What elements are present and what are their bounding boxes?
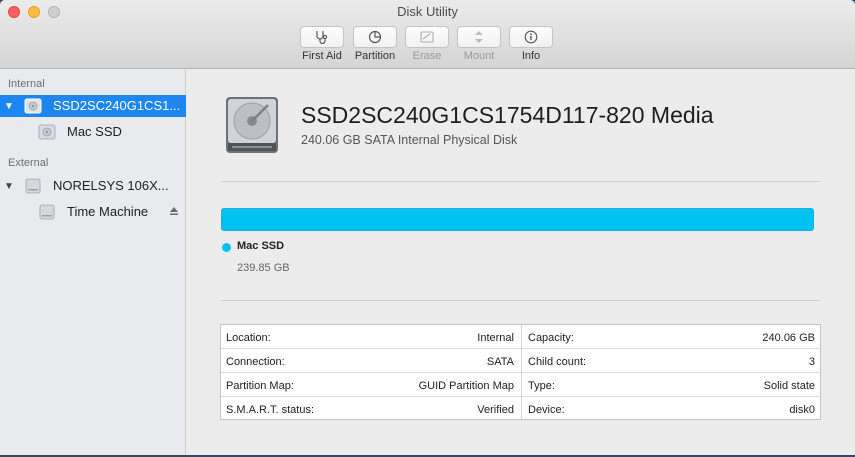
info-row: Type: Solid state: [522, 373, 822, 397]
first-aid-button[interactable]: First Aid: [300, 26, 344, 62]
mount-button[interactable]: Mount: [457, 26, 501, 62]
disclosure-triangle-icon[interactable]: ▼: [4, 101, 14, 112]
info-row: Location: Internal: [221, 325, 521, 349]
sidebar-item-label: Mac SSD: [67, 124, 122, 139]
info-row: Partition Map: GUID Partition Map: [221, 373, 521, 397]
internal-disk-icon: [24, 98, 42, 114]
partition-name: Mac SSD: [237, 240, 285, 252]
disk-utility-window: Disk Utility First Aid Partition Erase M…: [0, 0, 855, 455]
external-disk-icon: [25, 178, 41, 194]
info-row: Device: disk0: [528, 404, 815, 416]
sidebar-item-label: Time Machine: [67, 204, 149, 219]
external-section-header: External: [8, 157, 49, 169]
detail-pane: SSD2SC240G1CS1754D117-820 Media 240.06 G…: [187, 69, 855, 455]
partition-button[interactable]: Partition: [353, 26, 397, 62]
volume-icon: [38, 124, 56, 140]
sidebar: Internal ▼ SSD2SC240G1CS1... Mac SSD Ext…: [0, 69, 186, 455]
sidebar-item-external-disk[interactable]: ▼ NORELSYS 106X...: [0, 175, 186, 197]
erase-button[interactable]: Erase: [405, 26, 449, 62]
sidebar-item-label: NORELSYS 106X...: [53, 178, 169, 193]
sidebar-item-time-machine[interactable]: Time Machine: [0, 201, 186, 223]
hard-drive-icon: [226, 97, 278, 153]
info-label: Info: [521, 50, 541, 62]
info-column-left: Location: Internal Connection: SATA Partit…: [221, 325, 521, 419]
info-icon: [524, 30, 538, 44]
info-row: Connection: SATA: [221, 349, 521, 373]
external-volume-icon: [39, 204, 55, 220]
disk-title: SSD2SC240G1CS1754D117-820 Media: [301, 102, 714, 128]
info-row: Capacity: 240.06 GB: [522, 325, 822, 349]
disclosure-triangle-icon[interactable]: ▼: [4, 181, 14, 192]
title-bar: Disk Utility First Aid Partition Erase M…: [0, 0, 855, 69]
erase-icon: [420, 31, 434, 43]
stethoscope-icon: [316, 31, 328, 44]
partition-usage-bar[interactable]: [221, 208, 814, 231]
disk-subtitle: 240.06 GB SATA Internal Physical Disk: [301, 133, 518, 147]
sidebar-item-mac-ssd[interactable]: Mac SSD: [0, 121, 186, 143]
partition-size: 239.85 GB: [237, 262, 290, 274]
sidebar-item-internal-disk[interactable]: ▼ SSD2SC240G1CS1...: [0, 95, 186, 117]
sidebar-item-label: SSD2SC240G1CS1...: [53, 98, 181, 113]
mount-icon: [475, 31, 483, 43]
partition-color-swatch: [222, 243, 231, 252]
info-row: S.M.A.R.T. status: Verified: [226, 404, 514, 416]
window-title: Disk Utility: [397, 4, 458, 19]
info-button[interactable]: Info: [509, 26, 553, 62]
eject-icon[interactable]: [169, 206, 179, 216]
pie-icon: [368, 30, 382, 44]
internal-section-header: Internal: [8, 78, 45, 90]
divider: [221, 300, 820, 301]
disk-info-table: Location: Internal Connection: SATA Partit…: [220, 324, 822, 420]
info-column-right: Capacity: 240.06 GB Child count: 3 Type: So…: [521, 325, 822, 419]
divider: [221, 181, 820, 182]
info-row: Child count: 3: [522, 349, 822, 373]
